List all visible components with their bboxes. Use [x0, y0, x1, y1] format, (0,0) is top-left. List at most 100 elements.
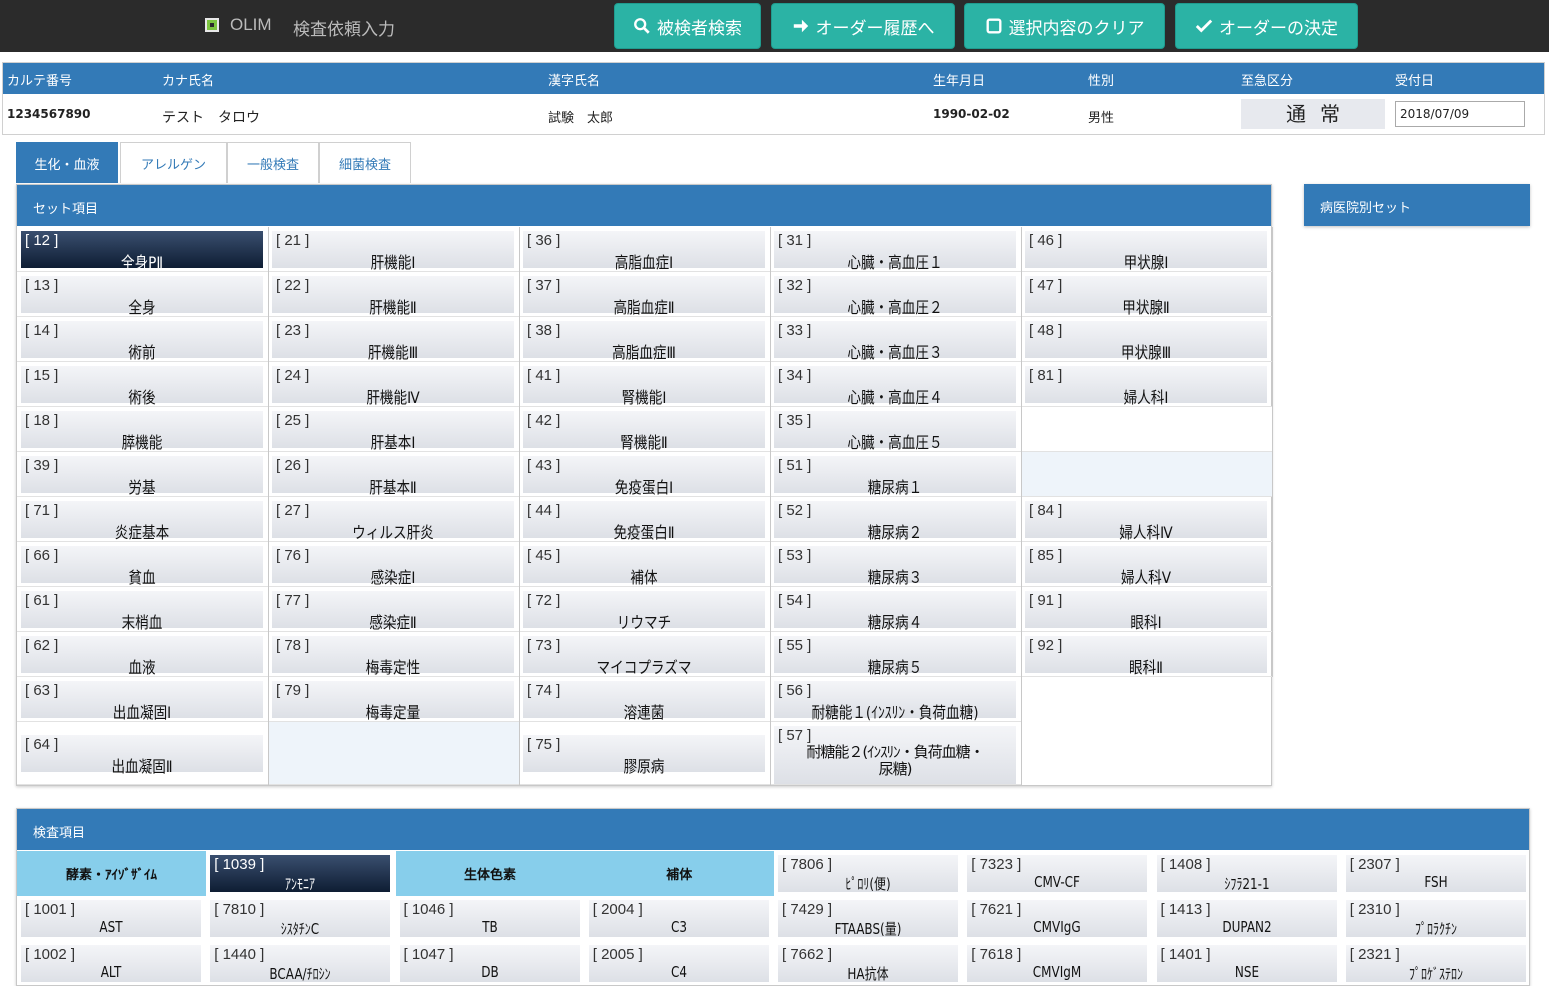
tab-general-test[interactable]: 一般検査	[227, 142, 319, 183]
set-item-button[interactable]: [ 21 ] 肝機能Ⅰ	[272, 231, 514, 272]
set-item-button[interactable]: [ 63 ] 出血凝固Ⅰ	[21, 681, 263, 722]
test-item-button[interactable]: [ 1046 ] TB	[399, 900, 580, 937]
set-item-button[interactable]: [ 55 ] 糖尿病５	[774, 636, 1016, 677]
set-item-button[interactable]: [ 92 ] 眼科Ⅱ	[1025, 636, 1267, 677]
search-patient-button[interactable]: 被検者検索	[614, 3, 761, 49]
set-item-button[interactable]: [ 54 ] 糖尿病４	[774, 591, 1016, 632]
test-cell: [ 1001 ] AST	[17, 896, 206, 941]
set-item-button[interactable]: [ 32 ] 心臓・高血圧２	[774, 276, 1016, 317]
set-item-button[interactable]: [ 22 ] 肝機能Ⅱ	[272, 276, 514, 317]
test-item-code: [ 2004 ]	[592, 901, 643, 918]
set-item-button[interactable]: [ 24 ] 肝機能Ⅳ	[272, 366, 514, 407]
set-item-button[interactable]: [ 52 ] 糖尿病２	[774, 501, 1016, 542]
test-item-button[interactable]: [ 1047 ] DB	[399, 945, 580, 982]
test-item-button[interactable]: [ 7662 ] HA抗体	[778, 945, 958, 983]
test-item-button[interactable]: [ 2004 ] C3	[588, 900, 769, 937]
set-item-button[interactable]: [ 33 ] 心臓・高血圧３	[774, 321, 1016, 362]
set-cell: [ 25 ] 肝基本Ⅰ	[268, 407, 519, 452]
sex-value: 男性	[1088, 111, 1115, 126]
order-history-button[interactable]: オーダー履歴へ	[771, 3, 955, 49]
test-item-button[interactable]: [ 7810 ] ｼｽﾀﾁﾝC	[210, 900, 391, 938]
set-item-button[interactable]: [ 25 ] 肝基本Ⅰ	[272, 411, 514, 452]
test-item-button[interactable]: [ 1413 ] DUPAN2	[1156, 900, 1337, 937]
set-item-button[interactable]: [ 15 ] 術後	[21, 366, 263, 407]
test-item-button[interactable]: [ 1002 ] ALT	[21, 945, 201, 982]
set-item-button[interactable]: [ 37 ] 高脂血症Ⅱ	[523, 276, 765, 317]
test-item-button[interactable]: [ 7618 ] CMVIgM	[967, 945, 1148, 982]
urgency-toggle[interactable]: 通常	[1241, 99, 1385, 129]
set-item-button[interactable]: [ 51 ] 糖尿病１	[774, 456, 1016, 497]
set-item-label: 心臓・高血圧３	[847, 343, 943, 362]
set-item-button[interactable]: [ 44 ] 免疫蛋白Ⅱ	[523, 501, 765, 542]
set-item-button[interactable]: [ 36 ] 高脂血症Ⅰ	[523, 231, 765, 272]
set-item-button[interactable]: [ 84 ] 婦人科Ⅳ	[1025, 501, 1267, 542]
test-item-button[interactable]: [ 7806 ] ﾋﾟﾛﾘ(便)	[778, 855, 958, 893]
test-item-button[interactable]: [ 7429 ] FTAABS(量)	[778, 900, 958, 938]
set-item-button[interactable]: [ 41 ] 腎機能Ⅰ	[523, 366, 765, 407]
set-item-button[interactable]: [ 64 ] 出血凝固Ⅱ	[21, 735, 263, 776]
test-item-button[interactable]: [ 2307 ] FSH	[1345, 855, 1526, 892]
set-item-button[interactable]: [ 38 ] 高脂血症Ⅲ	[523, 321, 765, 362]
set-item-button[interactable]: [ 13 ] 全身	[21, 276, 263, 317]
set-item-label: 高脂血症Ⅲ	[612, 343, 676, 362]
test-item-button[interactable]: [ 7323 ] CMV-CF	[967, 855, 1148, 892]
set-item-button[interactable]: [ 77 ] 感染症Ⅱ	[272, 591, 514, 632]
test-item-button[interactable]: [ 7621 ] CMVIgG	[967, 900, 1148, 937]
set-item-button[interactable]: [ 23 ] 肝機能Ⅲ	[272, 321, 514, 362]
tab-bacteria-test[interactable]: 細菌検査	[319, 142, 411, 183]
set-item-label: 肝基本Ⅰ	[370, 433, 416, 452]
test-item-button[interactable]: [ 1408 ] ｼﾌﾗ21-1	[1156, 855, 1337, 893]
test-item-button[interactable]: [ 2005 ] C4	[588, 945, 769, 982]
set-item-button[interactable]: [ 56 ] 耐糖能１(ｲﾝｽﾘﾝ・負荷血糖)	[774, 681, 1016, 722]
test-item-button[interactable]: [ 1039 ] ｱﾝﾓﾆｱ	[210, 855, 391, 893]
set-cell: [ 61 ] 末梢血	[17, 587, 268, 632]
set-item-code: [ 74 ]	[527, 682, 561, 699]
confirm-order-button[interactable]: オーダーの決定	[1175, 3, 1358, 49]
test-item-button[interactable]: [ 1401 ] NSE	[1156, 945, 1337, 982]
set-item-button[interactable]: [ 81 ] 婦人科Ⅰ	[1025, 366, 1267, 407]
set-item-button[interactable]: [ 14 ] 術前	[21, 321, 263, 362]
set-item-button[interactable]: [ 85 ] 婦人科Ⅴ	[1025, 546, 1267, 587]
test-item-code: [ 2310 ]	[1349, 901, 1400, 918]
set-item-button[interactable]: [ 31 ] 心臓・高血圧１	[774, 231, 1016, 272]
test-item-button[interactable]: [ 2321 ] ﾌﾟﾛｹﾞｽﾃﾛﾝ	[1345, 945, 1526, 983]
set-item-button[interactable]: [ 34 ] 心臓・高血圧４	[774, 366, 1016, 407]
set-item-button[interactable]: [ 91 ] 眼科Ⅰ	[1025, 591, 1267, 632]
page-title: 検査依頼入力	[293, 20, 395, 40]
set-item-button[interactable]: [ 45 ] 補体	[523, 546, 765, 587]
set-item-code: [ 38 ]	[527, 322, 561, 339]
received-date-input[interactable]	[1395, 101, 1525, 127]
set-item-button[interactable]: [ 71 ] 炎症基本	[21, 501, 263, 542]
test-item-button[interactable]: [ 1440 ] BCAA/ﾁﾛｼﾝ	[210, 945, 391, 983]
set-item-button[interactable]: [ 46 ] 甲状腺Ⅰ	[1025, 231, 1267, 272]
set-item-button[interactable]: [ 42 ] 腎機能Ⅱ	[523, 411, 765, 452]
set-item-button[interactable]: [ 53 ] 糖尿病３	[774, 546, 1016, 587]
set-item-button[interactable]: [ 62 ] 血液	[21, 636, 263, 677]
set-item-button[interactable]: [ 76 ] 感染症Ⅰ	[272, 546, 514, 587]
test-item-button[interactable]: [ 1001 ] AST	[21, 900, 201, 937]
tab-biochem-blood[interactable]: 生化・血液	[16, 142, 118, 183]
set-item-button[interactable]: [ 12 ] 全身PⅡ	[21, 231, 263, 272]
set-item-button[interactable]: [ 48 ] 甲状腺Ⅲ	[1025, 321, 1267, 362]
set-item-button[interactable]: [ 43 ] 免疫蛋白Ⅰ	[523, 456, 765, 497]
set-item-button[interactable]: [ 27 ] ウィルス肝炎	[272, 501, 514, 542]
set-item-button[interactable]: [ 79 ] 梅毒定量	[272, 681, 514, 722]
set-item-button[interactable]: [ 61 ] 末梢血	[21, 591, 263, 632]
set-item-button[interactable]: [ 74 ] 溶連菌	[523, 681, 765, 722]
test-item-button[interactable]: [ 2310 ] ﾌﾟﾛﾗｸﾁﾝ	[1345, 900, 1526, 938]
set-item-button[interactable]: [ 78 ] 梅毒定性	[272, 636, 514, 677]
set-item-button[interactable]: [ 72 ] リウマチ	[523, 591, 765, 632]
tab-allergen[interactable]: アレルゲン	[120, 142, 227, 183]
clear-selection-button[interactable]: 選択内容のクリア	[964, 3, 1165, 49]
set-item-button[interactable]: [ 47 ] 甲状腺Ⅱ	[1025, 276, 1267, 317]
set-item-button[interactable]: [ 66 ] 貧血	[21, 546, 263, 587]
set-item-button[interactable]: [ 57 ] 耐糖能２(ｲﾝｽﾘﾝ・負荷血糖・尿糖)	[774, 726, 1016, 784]
set-item-code: [ 12 ]	[25, 232, 59, 249]
set-item-button[interactable]: [ 35 ] 心臓・高血圧５	[774, 411, 1016, 452]
set-item-button[interactable]: [ 75 ] 膠原病	[523, 735, 765, 776]
hospital-set-header[interactable]: 病医院別セット	[1304, 184, 1530, 226]
set-item-button[interactable]: [ 26 ] 肝基本Ⅱ	[272, 456, 514, 497]
set-item-button[interactable]: [ 73 ] マイコプラズマ	[523, 636, 765, 677]
set-item-button[interactable]: [ 39 ] 労基	[21, 456, 263, 497]
set-item-button[interactable]: [ 18 ] 膵機能	[21, 411, 263, 452]
